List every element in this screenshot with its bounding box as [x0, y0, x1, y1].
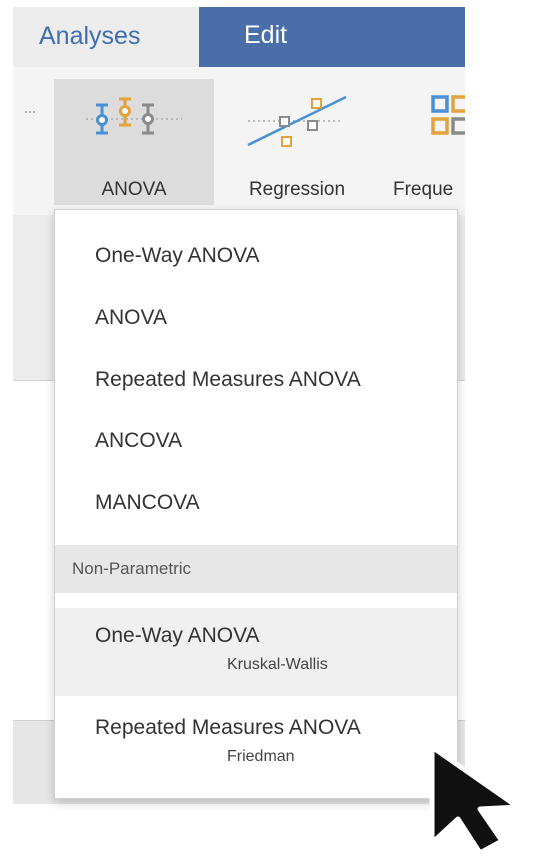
ribbon-toolbar: ANOVA Regression Freque	[13, 67, 465, 216]
menu-item-repeated-measures-anova[interactable]: Repeated Measures ANOVA	[55, 349, 457, 411]
anova-errorbars-icon	[86, 97, 182, 135]
anova-dropdown-menu: One-Way ANOVA ANOVA Repeated Measures AN…	[54, 209, 458, 799]
frequencies-ribbon-label: Freque	[393, 179, 454, 200]
menu-item-friedman[interactable]: Repeated Measures ANOVA Friedman	[55, 700, 457, 788]
regression-ribbon-label: Regression	[248, 179, 346, 200]
ribbon-divider	[25, 111, 35, 113]
regression-line-icon	[247, 95, 347, 147]
regression-ribbon-button[interactable]: Regression	[228, 79, 366, 205]
menu-item-sublabel: Friedman	[227, 748, 295, 765]
anova-ribbon-button[interactable]: ANOVA	[54, 79, 214, 205]
anova-ribbon-label: ANOVA	[101, 179, 167, 200]
frequencies-grid-icon	[431, 95, 465, 135]
menu-item-one-way-anova[interactable]: One-Way ANOVA	[55, 225, 457, 287]
menu-item-label: Repeated Measures ANOVA	[95, 716, 361, 739]
tab-analyses[interactable]: Analyses	[13, 7, 199, 67]
menu-section-non-parametric: Non-Parametric	[55, 545, 457, 593]
menu-item-label: One-Way ANOVA	[95, 624, 260, 647]
frequencies-ribbon-button[interactable]: Freque	[383, 79, 465, 205]
menu-item-mancova[interactable]: MANCOVA	[55, 472, 457, 534]
tab-bar: Analyses Edit	[13, 7, 465, 67]
arrow-cursor-icon	[429, 744, 521, 856]
menu-item-ancova[interactable]: ANCOVA	[55, 410, 457, 472]
tab-edit[interactable]: Edit	[199, 7, 465, 67]
menu-item-anova[interactable]: ANOVA	[55, 287, 457, 349]
menu-item-kruskal-wallis[interactable]: One-Way ANOVA Kruskal-Wallis	[55, 608, 457, 696]
menu-item-sublabel: Kruskal-Wallis	[227, 656, 328, 673]
